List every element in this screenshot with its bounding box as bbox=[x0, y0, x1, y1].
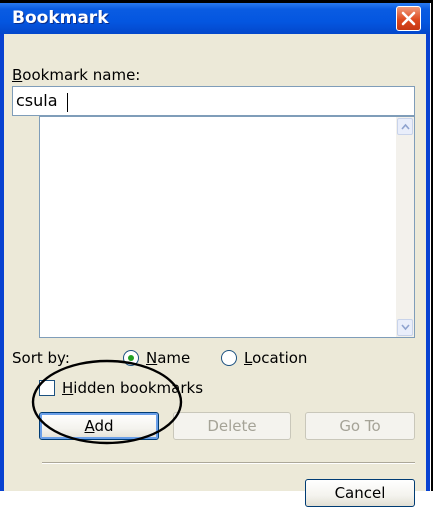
vertical-scrollbar[interactable] bbox=[396, 117, 414, 337]
sort-location-text: ocation bbox=[252, 349, 308, 367]
mnemonic-l: L bbox=[244, 349, 253, 367]
chevron-up-icon bbox=[401, 123, 410, 130]
scroll-down-button[interactable] bbox=[397, 319, 413, 336]
sort-location-radio[interactable] bbox=[221, 350, 237, 366]
close-icon bbox=[401, 11, 416, 26]
dialog-title: Bookmark bbox=[12, 8, 109, 28]
text-caret bbox=[67, 93, 68, 112]
scroll-up-button[interactable] bbox=[397, 118, 413, 135]
sort-location-label[interactable]: Location bbox=[244, 349, 307, 367]
mnemonic-b: B bbox=[12, 66, 23, 84]
goto-button[interactable]: Go To bbox=[305, 412, 415, 440]
annotation-ellipse bbox=[31, 359, 183, 445]
bookmark-name-label: Bookmark name: bbox=[12, 66, 140, 84]
bookmark-name-label-text: ookmark name: bbox=[22, 66, 141, 84]
chevron-down-icon bbox=[401, 324, 410, 331]
close-button[interactable] bbox=[396, 6, 421, 31]
bookmark-name-input[interactable]: csula bbox=[12, 86, 415, 116]
titlebar: Bookmark bbox=[0, 3, 430, 34]
separator bbox=[42, 462, 415, 464]
cancel-button[interactable]: Cancel bbox=[305, 479, 415, 507]
delete-button[interactable]: Delete bbox=[173, 412, 291, 440]
bookmark-name-value: csula bbox=[16, 91, 58, 110]
bookmark-list[interactable] bbox=[39, 116, 415, 338]
